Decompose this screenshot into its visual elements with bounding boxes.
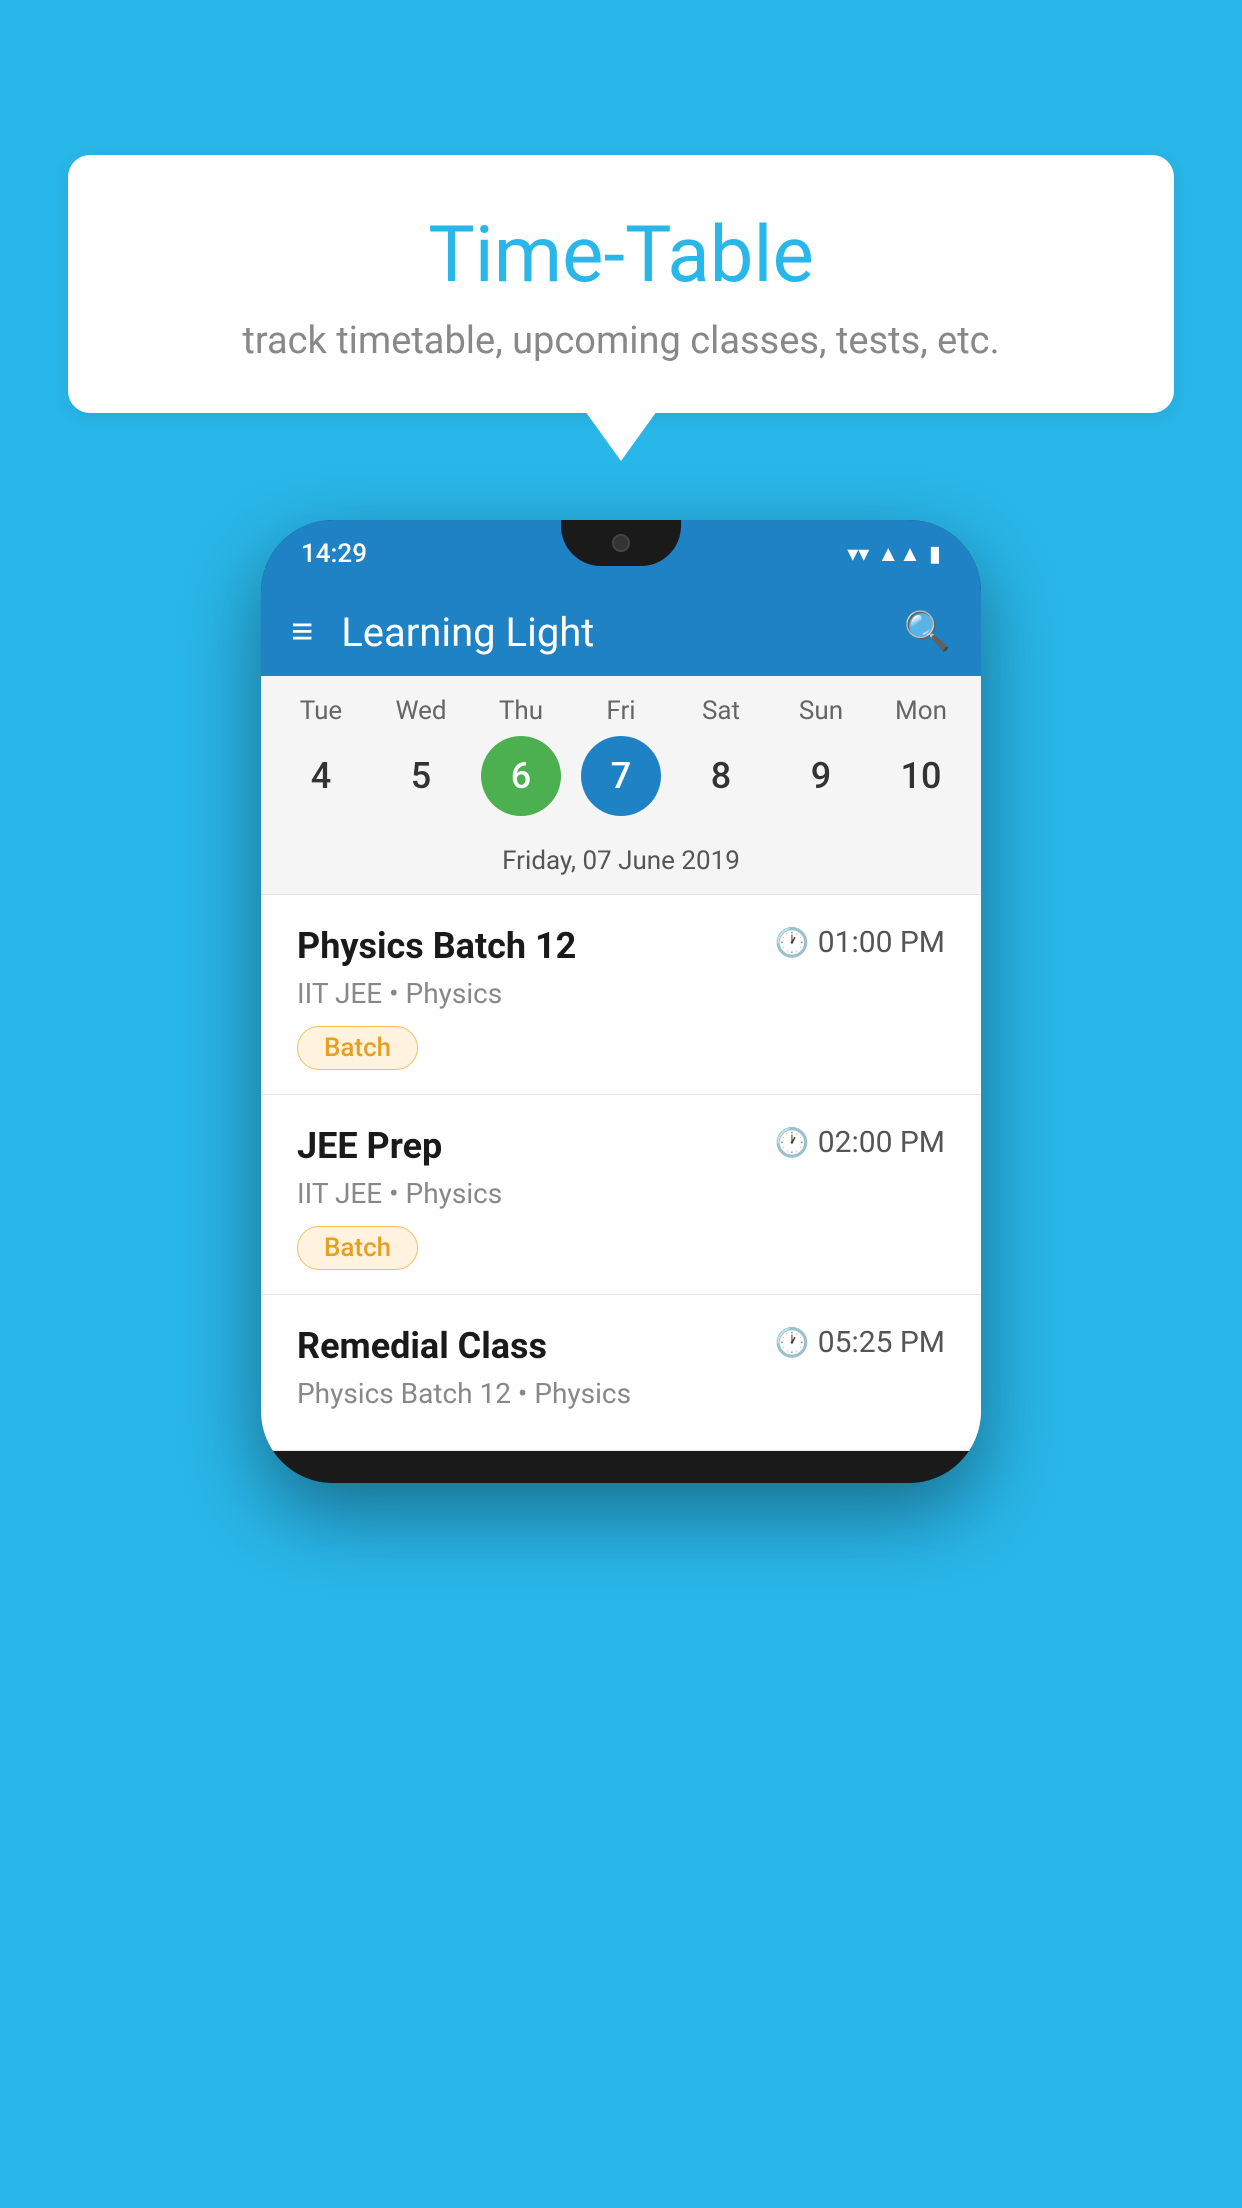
day-name-tue: Tue <box>281 696 361 726</box>
phone-content: Physics Batch 12 🕐 01:00 PM IIT JEE • Ph… <box>261 895 981 1451</box>
class-detail-3: Physics Batch 12 • Physics <box>297 1377 945 1410</box>
class-detail-1: IIT JEE • Physics <box>297 977 945 1010</box>
day-7-selected[interactable]: 7 <box>581 736 661 816</box>
day-10[interactable]: 10 <box>881 736 961 816</box>
selected-date-label: Friday, 07 June 2019 <box>261 836 981 895</box>
day-8[interactable]: 8 <box>681 736 761 816</box>
class-time-value-2: 02:00 PM <box>818 1125 945 1160</box>
app-title: Learning Light <box>341 609 903 656</box>
class-name-3: Remedial Class <box>297 1325 547 1367</box>
day-6-today[interactable]: 6 <box>481 736 561 816</box>
day-name-fri: Fri <box>581 696 661 726</box>
calendar-strip: Tue Wed Thu Fri Sat Sun Mon 4 5 6 7 8 9 … <box>261 676 981 895</box>
search-icon[interactable]: 🔍 <box>904 610 951 654</box>
class-time-value-3: 05:25 PM <box>818 1325 945 1360</box>
day-name-mon: Mon <box>881 696 961 726</box>
day-name-wed: Wed <box>381 696 461 726</box>
battery-icon: ▮ <box>929 542 941 567</box>
phone-frame: 14:29 ▾▾ ▲▲ ▮ ≡ Learning Light 🔍 Tue Wed… <box>261 520 981 1483</box>
class-card-3-header: Remedial Class 🕐 05:25 PM <box>297 1325 945 1367</box>
clock-icon-2: 🕐 <box>775 1126 810 1159</box>
hamburger-icon[interactable]: ≡ <box>291 610 313 654</box>
bubble-subtitle: track timetable, upcoming classes, tests… <box>128 319 1114 363</box>
batch-badge-1: Batch <box>297 1026 418 1070</box>
status-time: 14:29 <box>301 539 367 569</box>
class-card-1-header: Physics Batch 12 🕐 01:00 PM <box>297 925 945 967</box>
class-name-1: Physics Batch 12 <box>297 925 576 967</box>
status-bar: 14:29 ▾▾ ▲▲ ▮ <box>261 520 981 588</box>
day-name-sun: Sun <box>781 696 861 726</box>
notch <box>561 520 681 566</box>
wifi-icon: ▾▾ <box>847 542 869 567</box>
class-time-3: 🕐 05:25 PM <box>775 1325 945 1360</box>
class-card-2[interactable]: JEE Prep 🕐 02:00 PM IIT JEE • Physics Ba… <box>261 1095 981 1295</box>
day-name-thu: Thu <box>481 696 561 726</box>
signal-icon: ▲▲ <box>877 541 921 567</box>
speech-bubble: Time-Table track timetable, upcoming cla… <box>68 155 1174 413</box>
class-detail-2: IIT JEE • Physics <box>297 1177 945 1210</box>
clock-icon-3: 🕐 <box>775 1326 810 1359</box>
camera <box>612 534 630 552</box>
class-time-value-1: 01:00 PM <box>818 925 945 960</box>
bubble-title: Time-Table <box>128 210 1114 301</box>
day-4[interactable]: 4 <box>281 736 361 816</box>
phone-bottom <box>261 1451 981 1483</box>
class-card-2-header: JEE Prep 🕐 02:00 PM <box>297 1125 945 1167</box>
clock-icon-1: 🕐 <box>775 926 810 959</box>
speech-bubble-container: Time-Table track timetable, upcoming cla… <box>68 155 1174 413</box>
class-card-1[interactable]: Physics Batch 12 🕐 01:00 PM IIT JEE • Ph… <box>261 895 981 1095</box>
batch-badge-2: Batch <box>297 1226 418 1270</box>
day-5[interactable]: 5 <box>381 736 461 816</box>
class-time-1: 🕐 01:00 PM <box>775 925 945 960</box>
class-name-2: JEE Prep <box>297 1125 442 1167</box>
day-numbers-row: 4 5 6 7 8 9 10 <box>261 736 981 836</box>
class-time-2: 🕐 02:00 PM <box>775 1125 945 1160</box>
app-bar: ≡ Learning Light 🔍 <box>261 588 981 676</box>
class-card-3[interactable]: Remedial Class 🕐 05:25 PM Physics Batch … <box>261 1295 981 1451</box>
day-name-sat: Sat <box>681 696 761 726</box>
day-names-row: Tue Wed Thu Fri Sat Sun Mon <box>261 696 981 736</box>
day-9[interactable]: 9 <box>781 736 861 816</box>
phone-container: 14:29 ▾▾ ▲▲ ▮ ≡ Learning Light 🔍 Tue Wed… <box>261 520 981 1483</box>
status-icons: ▾▾ ▲▲ ▮ <box>847 541 941 567</box>
